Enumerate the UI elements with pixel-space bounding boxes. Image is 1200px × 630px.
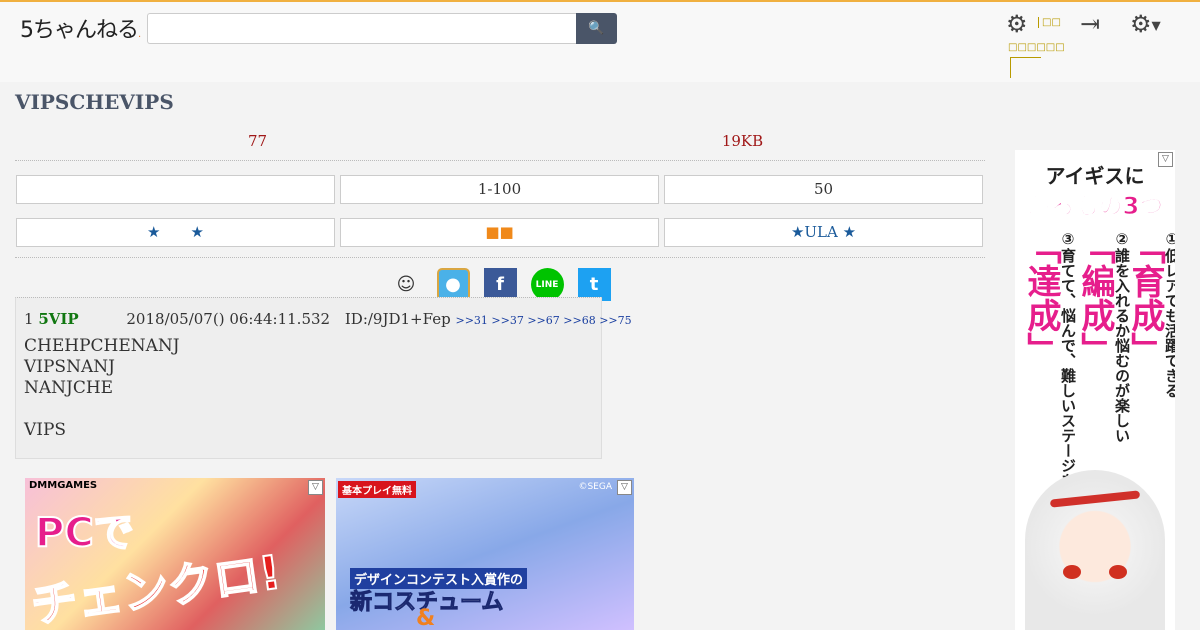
thread-main: VIPSCHEVIPS 77 19KB 1-100 50 ★ ★ ■■ ★ULA… [15,82,985,302]
post-line: CHEHPCHENANJ [24,336,180,356]
chevron-down-icon: ▼ [1151,18,1161,33]
post-line: VIPS [24,420,67,440]
ad-banner-2[interactable]: 基本プレイ無料 ©SEGA デザインコンテスト入賞作の 新コスチューム & ▽ [336,478,634,630]
thread-size: 19KB [721,132,764,150]
search-icon: 🔍 [588,21,605,36]
side-ad[interactable]: ▽ アイギスに あるもの3つ ①低レアでも活躍できる 「育成」 ②誰を入れるか悩む… [1015,150,1175,630]
ad-choice-icon[interactable]: ▽ [617,480,632,495]
nav-button-range[interactable]: 1-100 [340,175,659,204]
post-line: NANJCHE [24,378,114,398]
nav-button-row: 1-100 50 [16,175,985,204]
ad-column: ②誰を入れるか悩むのが楽しい 「編成」 [1075,230,1131,443]
post-refs[interactable]: >>31 >>37 >>67 >>68 >>75 [455,314,631,327]
site-logo[interactable]: 5ちゃんねる. [20,12,141,44]
login-icon[interactable]: ⇥ [1080,10,1100,38]
feature-button-3[interactable]: ★ULA ★ [664,218,983,247]
post-date: 2018/05/07() 06:44:11.532 [126,310,331,328]
search-button[interactable]: 🔍 [576,13,617,44]
ad-eye [1063,565,1081,579]
thread-title: VIPSCHEVIPS [15,90,174,114]
post-body: CHEHPCHENANJ VIPSNANJ NANJCHE VIPS [24,336,180,441]
post-id[interactable]: ID:/9JD1+Fep [345,310,451,328]
ad-eye [1109,565,1127,579]
feature-button-row: ★ ★ ■■ ★ULA ★ [16,218,985,247]
settings-icon[interactable]: ⚙▼ [1130,10,1161,38]
ad-column: ①低レアでも活躍できる 「育成」 [1125,230,1175,398]
thread-meta: 77 19KB [15,122,985,161]
post-number[interactable]: 1 [24,310,34,328]
post: 1 5VIP 2018/05/07() 06:44:11.532 ID:/9JD… [15,297,632,459]
res-count: 77 [247,132,268,150]
ad-headline: あるもの3つ [1026,192,1164,221]
divider [15,257,985,258]
post-header: 1 5VIP 2018/05/07() 06:44:11.532 ID:/9JD… [24,310,632,328]
ad-badge: 基本プレイ無料 [338,481,416,498]
ad-choice-icon[interactable]: ▽ [308,480,323,495]
ad-headline: アイギスに [1045,164,1145,188]
feature-button-1[interactable]: ★ ★ [16,218,335,247]
top-bar: 5ちゃんねる. 🔍 ⚙ □□ □□□□□□ ⇥ ⚙▼ [0,0,1200,82]
feature-button-2[interactable]: ■■ [340,218,659,247]
callout-line [1010,57,1041,78]
post-line [24,399,180,420]
ad-banner-1[interactable]: DMMGAMES PCで チェンクロ! ▽ [25,478,325,630]
post-line: VIPSNANJ [24,357,115,377]
ad-hairband [1049,490,1141,508]
gear-icon[interactable]: ⚙ [1006,10,1028,38]
nav-button-latest[interactable]: 50 [664,175,983,204]
gear-label: □□ [1038,17,1061,28]
ad-brand: DMMGAMES [29,480,98,491]
ad-text: PCで [34,509,135,557]
post-name: 5VIP [38,310,79,328]
ad-copyright: ©SEGA [578,482,612,492]
ad-text: & [416,606,436,630]
gear-sublabel: □□□□□□ [1008,42,1065,53]
nav-button-all[interactable] [16,175,335,204]
ad-character-image [1025,470,1165,630]
search-input[interactable] [147,13,577,44]
